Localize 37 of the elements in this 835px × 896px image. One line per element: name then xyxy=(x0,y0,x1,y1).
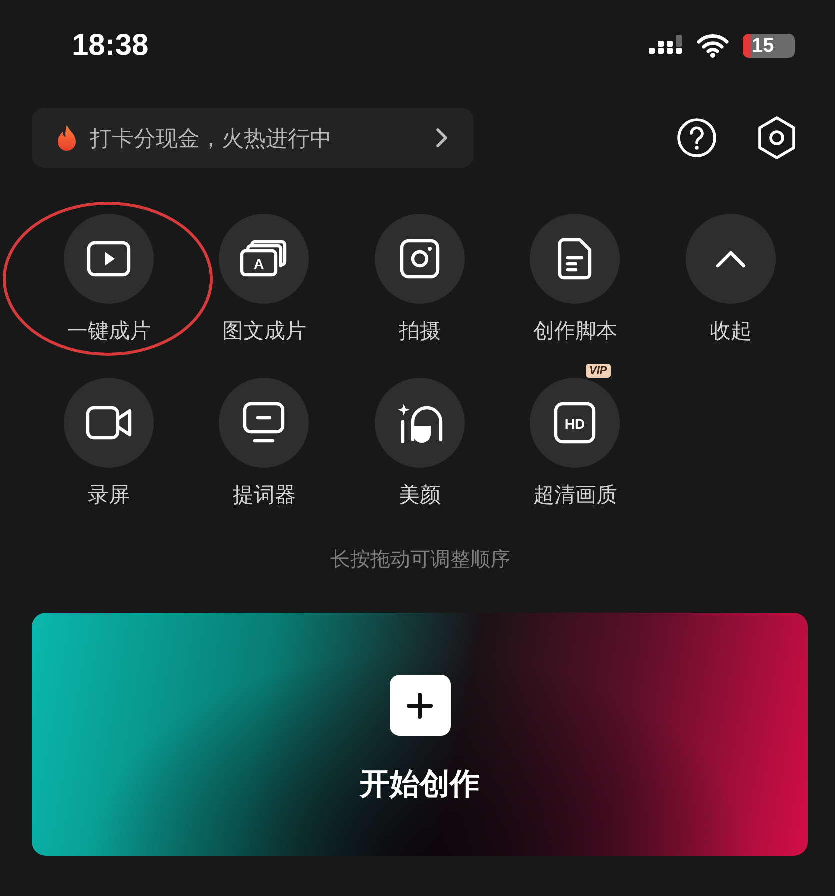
start-creating-label: 开始创作 xyxy=(360,767,480,803)
promo-banner[interactable]: 打卡分现金，火热进行中 xyxy=(32,108,474,168)
plus-icon xyxy=(407,692,433,718)
tool-label: 美颜 xyxy=(398,483,441,509)
battery-level: 15 xyxy=(751,36,774,56)
tool-label: 图文成片 xyxy=(222,319,306,345)
hd-icon: HD xyxy=(554,402,596,444)
document-icon xyxy=(558,238,592,280)
tool-label: 创作脚本 xyxy=(533,319,618,345)
add-button[interactable] xyxy=(390,675,450,736)
signal-icon xyxy=(649,35,683,57)
settings-icon xyxy=(757,116,797,160)
tool-label: 拍摄 xyxy=(398,319,441,345)
tool-label: 提词器 xyxy=(232,483,296,509)
tool-label: 一键成片 xyxy=(66,319,151,345)
camera-icon xyxy=(400,239,440,279)
tool-label: 录屏 xyxy=(88,483,130,509)
help-button[interactable] xyxy=(677,118,717,158)
flame-icon xyxy=(56,124,78,152)
start-creating-card[interactable]: 开始创作 xyxy=(32,613,808,856)
chevron-up-icon xyxy=(716,250,746,268)
status-time: 18:38 xyxy=(72,31,149,61)
hint-text: 长按拖动可调整顺序 xyxy=(330,548,510,573)
promo-text: 打卡分现金，火热进行中 xyxy=(90,124,332,152)
tool-label: 超清画质 xyxy=(533,483,618,509)
settings-button[interactable] xyxy=(757,116,797,160)
vip-badge: VIP xyxy=(586,364,612,378)
chevron-right-icon xyxy=(436,128,448,148)
tool-button[interactable]: HD xyxy=(530,378,620,468)
play-icon xyxy=(86,241,131,277)
tool-button[interactable]: A xyxy=(219,214,310,304)
video-camera-icon xyxy=(86,405,132,441)
face-sparkle-icon xyxy=(396,402,443,444)
monitor-icon xyxy=(243,402,286,444)
tool-label: 收起 xyxy=(710,319,752,345)
wifi-icon xyxy=(697,34,729,58)
help-icon xyxy=(677,118,717,158)
